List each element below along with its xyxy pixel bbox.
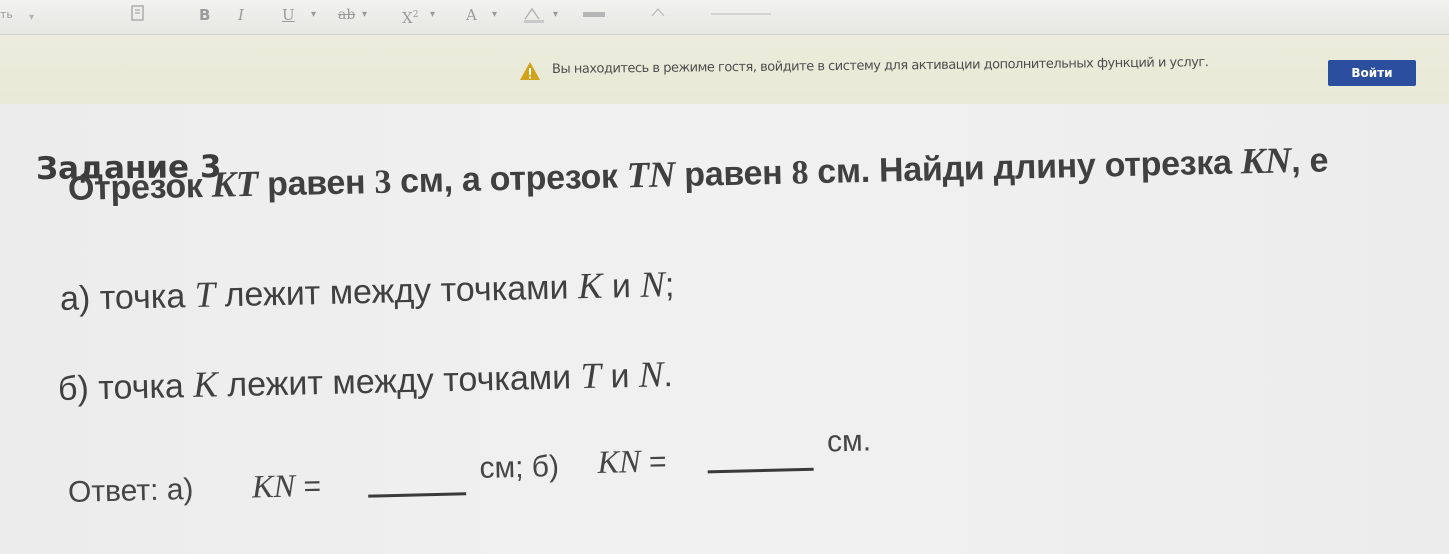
answer-a-variable: KN [251,468,296,506]
superscript-label: X [402,9,413,27]
underline-label: U [282,6,295,24]
equals-sign: = [294,469,322,504]
answer-label: Ответ: а) [67,472,194,509]
point-n: N [638,353,664,395]
chevron-down-icon[interactable]: ▾ [311,4,316,26]
item-text: б) точка [57,366,194,408]
answer-a-input[interactable] [368,492,467,498]
statement-text: см, а отрезок [390,157,628,201]
task-item-a: а) точка T лежит между точками K и N; [60,262,675,319]
login-button[interactable]: Войти [1328,60,1416,86]
task-item-b: б) точка K лежит между точками T и N. [58,352,674,409]
equals-sign: = [640,445,667,479]
length-tn-value: 8 [791,154,809,192]
statement-text: равен [257,163,375,204]
item-text: ; [664,266,675,305]
chevron-down-icon[interactable]: ▾ [492,4,497,26]
task-statement: Отрезок KT равен 3 см, а отрезок TN раве… [68,137,1329,209]
strikethrough-label: ab [338,7,356,23]
chevron-down-icon[interactable]: ▾ [362,4,367,26]
statement-text: см. Найди длину отрезка [807,143,1242,192]
point-k: K [192,363,219,405]
answer-row: Ответ: а) KN = см; б) KN = см. [67,424,928,522]
bold-button[interactable]: B [199,4,210,26]
answer-b-expression: KN = [597,443,667,482]
answer-b-input[interactable] [707,467,814,474]
statement-text: Отрезок [67,166,213,208]
guest-mode-banner: Вы находитесь в режиме гостя, войдите в … [0,36,1449,104]
highlight-icon[interactable] [522,4,548,26]
item-text: и [602,266,641,306]
point-n: N [639,263,666,305]
italic-button[interactable]: I [238,4,244,26]
item-text: лежит между точками [214,268,579,315]
answer-b-variable: KN [597,444,642,482]
answer-a-expression: KN = [252,468,322,507]
statement-text: , е [1290,141,1329,181]
font-color-label: A [466,6,477,24]
style-select[interactable]: ть ▾ [0,4,34,26]
item-text: . [662,356,674,395]
task-content: Задание 3 Отрезок KT равен 3 см, а отрез… [0,104,1449,554]
toolbar-divider [706,4,776,26]
segment-kt: KT [211,162,259,205]
style-select-label: ть [0,8,13,21]
border-icon[interactable] [580,4,610,26]
item-text: а) точка [59,276,196,318]
point-t: T [580,354,602,397]
chevron-down-icon[interactable]: ▾ [430,4,435,26]
chevron-down-icon[interactable]: ▾ [553,4,558,26]
strikethrough-button[interactable]: ab [338,4,355,26]
segment-kn: KN [1240,139,1292,182]
font-color-button[interactable]: A [466,4,477,26]
arrow-up-icon[interactable] [648,4,668,26]
guest-mode-message: Вы находитесь в режиме гостя, войдите в … [551,55,1209,77]
item-text: и [600,356,640,396]
point-t: T [194,273,216,315]
statement-text: равен [674,153,792,195]
length-kt-value: 3 [373,163,392,202]
answer-b-unit: см. [826,424,872,459]
superscript-button[interactable]: X2 [402,4,418,27]
answer-a-unit: см; б) [479,450,560,485]
copy-format-icon[interactable] [128,4,148,26]
point-k: K [577,264,603,307]
segment-tn: TN [626,153,676,196]
underline-button[interactable]: U [282,4,295,26]
editor-toolbar: ть ▾ B I U ▾ ab ▾ X2 ▾ A ▾ ▾ [0,0,1449,35]
chevron-down-icon: ▾ [29,12,35,23]
warning-icon [520,62,540,80]
item-text: лежит между точками [217,358,582,405]
